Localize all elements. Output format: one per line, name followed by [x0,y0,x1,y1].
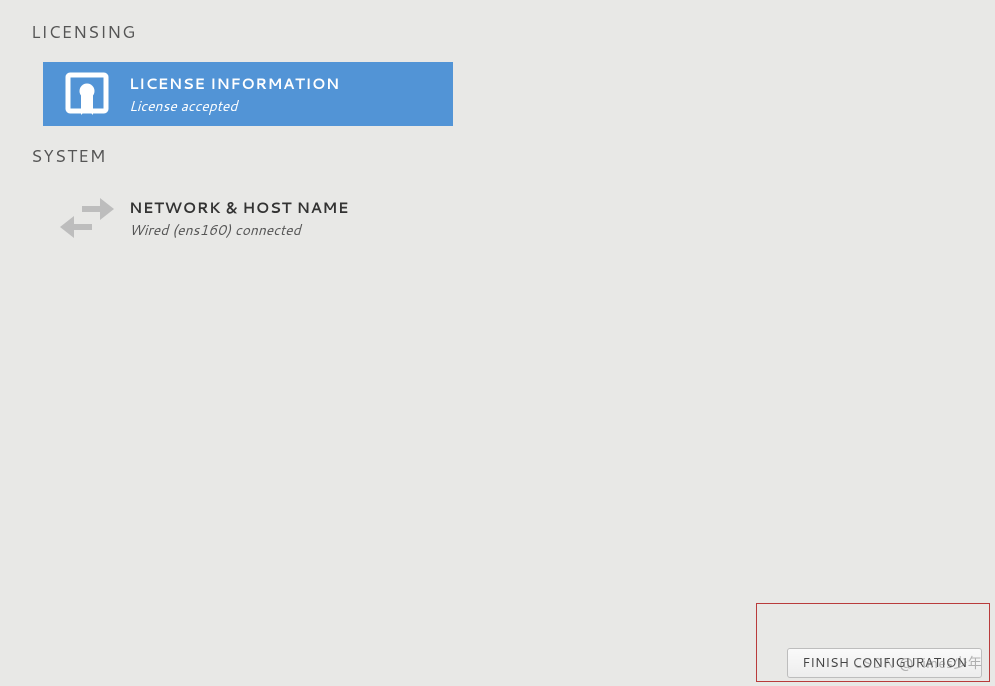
license-spoke-title: LICENSE INFORMATION [129,73,340,94]
network-arrows-icon [55,194,119,242]
network-spoke-title: NETWORK & HOST NAME [129,197,349,218]
network-hostname-spoke[interactable]: NETWORK & HOST NAME Wired (ens160) conne… [43,186,453,250]
license-information-spoke[interactable]: LICENSE INFORMATION License accepted [43,62,453,126]
license-spoke-status: License accepted [129,96,340,116]
license-certificate-icon [55,70,119,118]
system-section-header: SYSTEM [0,126,995,168]
network-spoke-status: Wired (ens160) connected [129,220,349,240]
licensing-section-header: LICENSING [0,0,995,44]
finish-configuration-button[interactable]: FINISH CONFIGURATION [787,648,982,678]
